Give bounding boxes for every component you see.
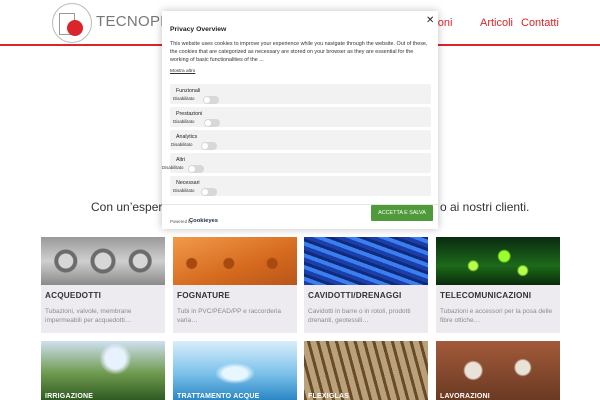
card-image: [173, 341, 297, 400]
card-title: ACQUEDOTTI: [45, 291, 102, 300]
card-acquedotti[interactable]: ACQUEDOTTI Tubazioni, valvole, membrane …: [41, 237, 165, 333]
card-title: TELECOMUNICAZIONI: [440, 291, 532, 300]
card-title: FOGNATURE: [177, 291, 231, 300]
category-toggle[interactable]: [201, 142, 217, 150]
category-label: Funzionali: [176, 88, 201, 94]
cookie-preferences-modal: Privacy Overview ✕ This website uses coo…: [162, 11, 438, 229]
show-more-link[interactable]: Mostra altro: [170, 69, 195, 74]
nav-item-contatti[interactable]: Contatti: [521, 17, 559, 29]
category-label: Altri: [176, 157, 186, 163]
category-state: Disabilitato: [162, 165, 184, 170]
card-image: [436, 341, 560, 400]
card-irrigazione[interactable]: IRRIGAZIONE: [41, 341, 165, 400]
card-flexiglas[interactable]: FLEXIGLAS: [304, 341, 428, 400]
category-label: Prestazioni: [176, 111, 203, 117]
close-icon[interactable]: ✕: [426, 16, 434, 26]
cookie-category-funzionali[interactable]: Funzionali Disabilitato: [170, 84, 431, 104]
card-lavorazioni[interactable]: LAVORAZIONI: [436, 341, 560, 400]
card-image: [41, 341, 165, 400]
card-fognature[interactable]: FOGNATURE Tubi in PVC/PEAD/PP e raccorde…: [173, 237, 297, 333]
category-label: Analytics: [176, 134, 198, 140]
modal-description: This website uses cookies to improve you…: [170, 41, 428, 64]
cookie-category-analytics[interactable]: Analytics Disabilitato: [170, 130, 431, 150]
logo[interactable]: [52, 3, 92, 43]
category-state: Disabilitato: [173, 119, 195, 124]
category-toggle[interactable]: [188, 165, 204, 173]
card-trattamento-acque[interactable]: TRATTAMENTO ACQUE: [173, 341, 297, 400]
accept-and-save-button[interactable]: ACCETTA E SALVA: [371, 205, 433, 221]
card-text: Tubi in PVC/PEAD/PP e raccorderia varia…: [177, 308, 282, 324]
card-text: Tubazioni, valvole, membrane impermeabil…: [45, 308, 132, 324]
category-toggle[interactable]: [201, 188, 217, 196]
card-image: [173, 237, 297, 285]
cookieyes-logo[interactable]: Cookieyes: [189, 218, 218, 224]
card-text: Tubazioni e accessori per la posa delle …: [440, 308, 553, 324]
nav-item-articoli[interactable]: Articoli: [480, 17, 513, 29]
category-toggle[interactable]: [204, 119, 220, 127]
category-state: Disabilitato: [171, 142, 193, 147]
card-text: Cavidotti in barre o in rotoli, prodotti…: [308, 308, 411, 324]
card-title: LAVORAZIONI: [440, 393, 490, 400]
card-image: [436, 237, 560, 285]
cookie-category-altri[interactable]: Altri Disabilitato: [162, 153, 431, 173]
card-cavidotti-drenaggi[interactable]: CAVIDOTTI/DRENAGGI Cavidotti in barre o …: [304, 237, 428, 333]
card-title: IRRIGAZIONE: [45, 393, 94, 400]
card-title: CAVIDOTTI/DRENAGGI: [308, 291, 402, 300]
category-state: Disabilitato: [173, 96, 195, 101]
cookie-category-prestazioni[interactable]: Prestazioni Disabilitato: [170, 107, 431, 127]
card-telecomunicazioni[interactable]: TELECOMUNICAZIONI Tubazioni e accessori …: [436, 237, 560, 333]
category-toggle[interactable]: [203, 96, 219, 104]
card-image: [41, 237, 165, 285]
card-title: TRATTAMENTO ACQUE: [177, 393, 260, 400]
card-image: [304, 237, 428, 285]
modal-title: Privacy Overview: [170, 26, 227, 33]
tagline-right: o ai nostri clienti.: [440, 200, 530, 214]
cookie-category-necessari[interactable]: Necessari Disabilitato: [170, 176, 431, 196]
logo-dot: [67, 20, 83, 36]
card-title: FLEXIGLAS: [308, 393, 350, 400]
category-state: Disabilitato: [173, 188, 195, 193]
category-label: Necessari: [176, 180, 200, 186]
card-image: [304, 341, 428, 400]
